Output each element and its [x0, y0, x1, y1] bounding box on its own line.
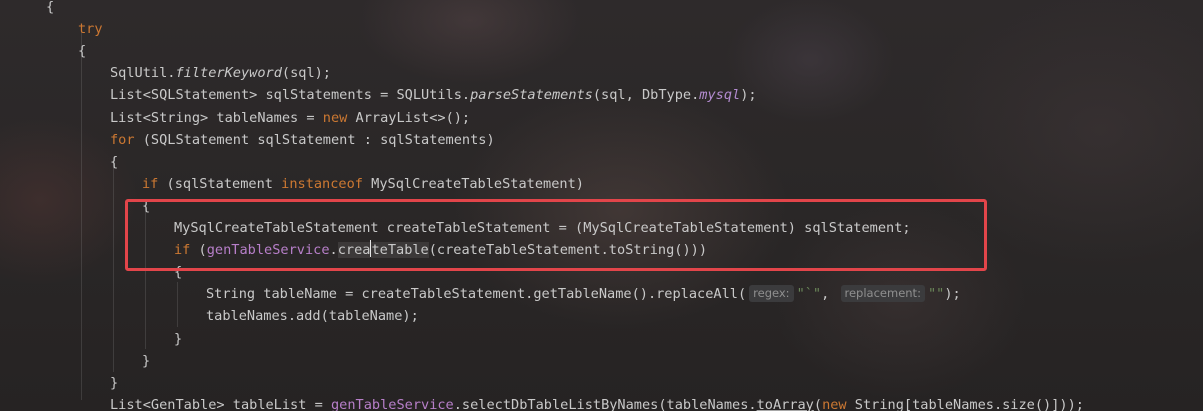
code-token: genTableService [330, 396, 454, 411]
code-token: List<SQLStatement> sqlStatements = SQLUt… [110, 87, 471, 104]
code-token: List<String> tableNames = [110, 109, 323, 126]
code-token: try [78, 21, 103, 38]
code-line[interactable]: List<SQLStatement> sqlStatements = SQLUt… [110, 84, 757, 106]
code-token: ( [813, 396, 823, 411]
code-token: new [322, 109, 348, 126]
code-line[interactable]: } [174, 328, 182, 350]
code-token: { [78, 43, 87, 60]
code-token: ); [740, 87, 757, 104]
code-token: toArray [756, 396, 814, 411]
code-token: instanceof [281, 175, 363, 192]
indent-guide [81, 28, 82, 400]
selection-highlight [125, 199, 987, 271]
code-token: new [822, 396, 847, 411]
code-line[interactable]: try [78, 18, 103, 40]
code-token: (sql, DbType. [592, 87, 700, 104]
code-line[interactable]: tableNames.add(tableName); [206, 305, 419, 327]
code-token: for [110, 131, 135, 148]
code-token: filterKeyword [175, 65, 282, 82]
code-token: } [142, 352, 151, 369]
code-token: { [46, 0, 55, 15]
parameter-hint: regex: [749, 285, 794, 303]
code-token: MySqlCreateTableStatement) [362, 175, 584, 192]
code-line[interactable]: String tableName = createTableStatement.… [206, 283, 961, 305]
code-line[interactable]: } [142, 350, 150, 372]
parameter-hint: replacement: [840, 285, 925, 303]
indent-guide [113, 160, 114, 372]
code-token: List<GenTable> tableList = [110, 396, 331, 411]
code-token: String[tableNames.size()])); [846, 396, 1084, 411]
code-token: (sql); [281, 65, 331, 82]
code-editor[interactable]: { try { SqlUtil.filterKeyword(sql); List<SQL… [0, 0, 1203, 411]
code-token: mysql [699, 87, 741, 104]
code-token: (SQLStatement sqlStatement : sqlStatemen… [134, 131, 495, 148]
code-token: if [142, 175, 159, 192]
code-token: ); [944, 286, 961, 303]
code-token: ArrayList<>(); [347, 109, 471, 126]
code-line[interactable]: SqlUtil.filterKeyword(sql); [110, 62, 331, 84]
code-line[interactable]: { [78, 40, 86, 62]
code-token: parseStatements [470, 87, 593, 104]
code-token: } [110, 374, 119, 391]
code-line[interactable]: { [110, 151, 118, 173]
code-token: (sqlStatement [158, 175, 282, 192]
code-token: String tableName = createTableStatement.… [206, 286, 747, 303]
code-token: SqlUtil. [110, 65, 176, 82]
code-line[interactable]: if (sqlStatement instanceof MySqlCreateT… [142, 173, 584, 195]
code-token: "" [927, 286, 945, 303]
indent-guide [177, 282, 178, 327]
code-line[interactable]: List<GenTable> tableList = genTableServi… [110, 394, 1084, 411]
code-token: "`" [796, 286, 822, 303]
code-line[interactable]: for (SQLStatement sqlStatement : sqlStat… [110, 129, 495, 151]
code-token: tableNames.add(tableName); [206, 308, 419, 325]
code-line[interactable]: { [46, 0, 54, 18]
code-line[interactable]: } [110, 372, 118, 394]
code-token: , [821, 286, 838, 303]
code-line[interactable]: List<String> tableNames = new ArrayList<… [110, 107, 470, 129]
code-token: } [174, 330, 183, 347]
code-token: { [110, 153, 119, 170]
code-token: .selectDbTableListByNames(tableNames. [453, 396, 757, 411]
